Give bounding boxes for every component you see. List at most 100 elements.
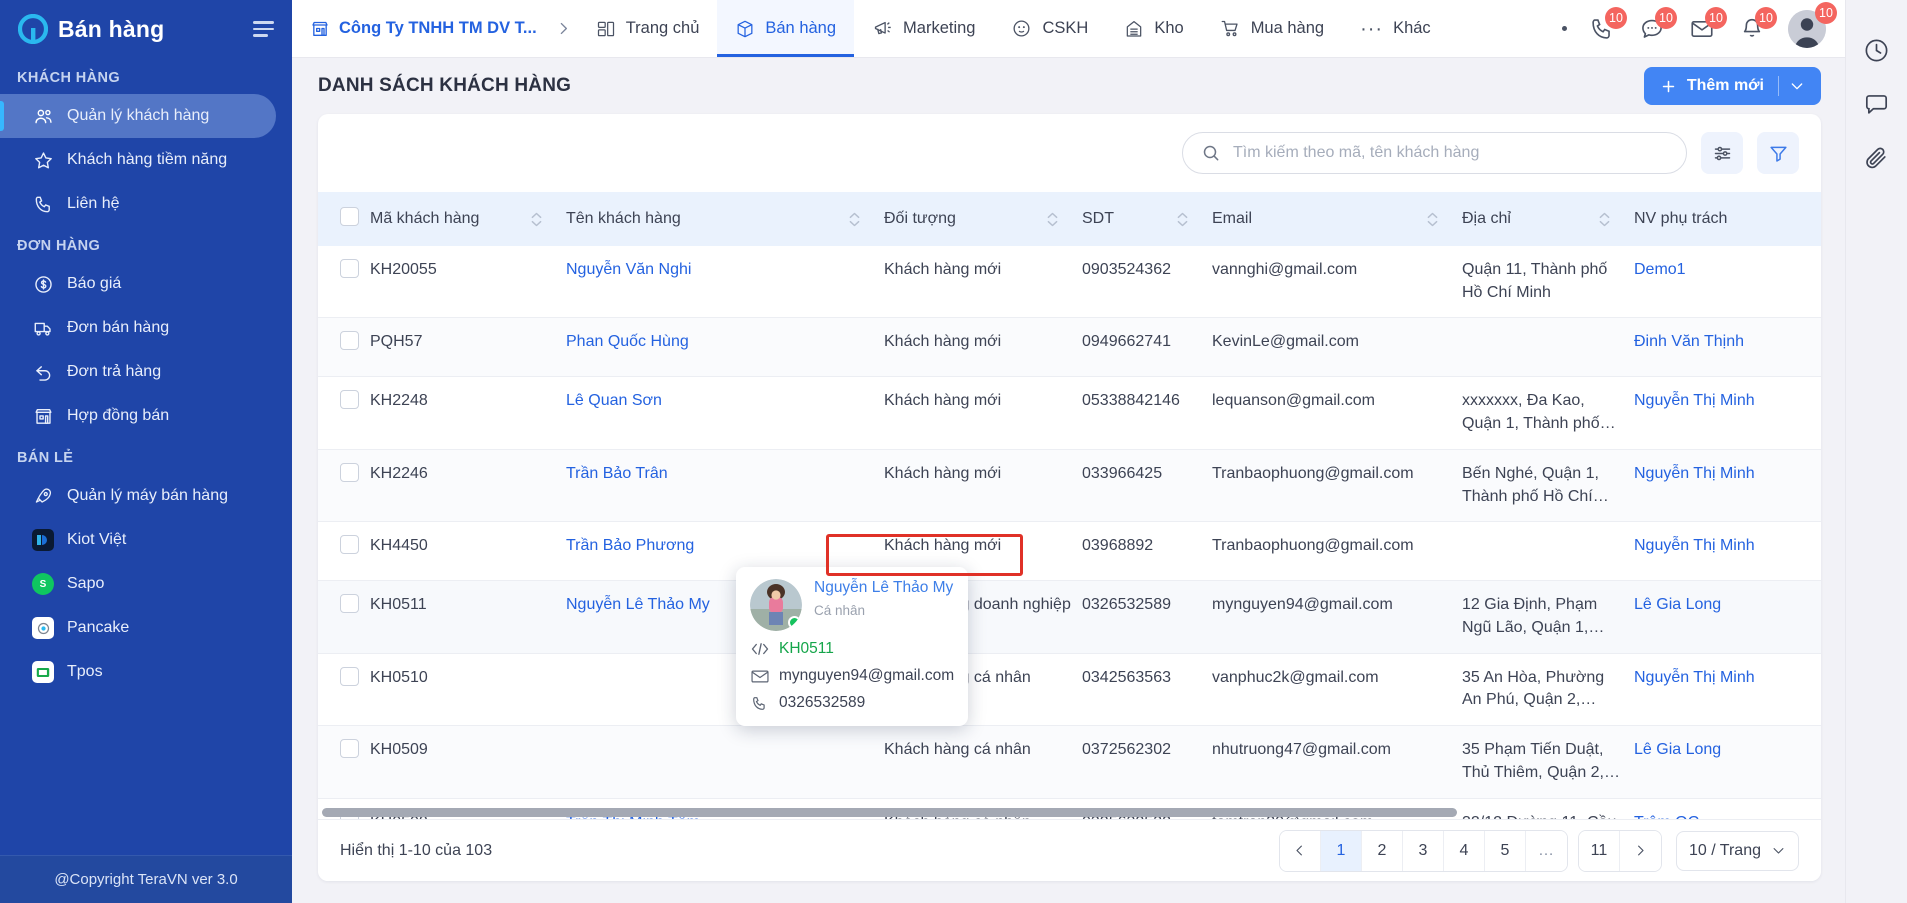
column-header-staff[interactable]: NV phụ trách [1634,192,1821,246]
sidebar-item-lien-he[interactable]: Liên hệ [0,182,292,226]
sort-updown-icon[interactable] [849,212,874,227]
sidebar-item-don-ban-hang[interactable]: Đơn bán hàng [0,306,292,350]
sidebar-item-hop-dong-ban[interactable]: Hợp đồng bán [0,394,292,438]
nav-tab-khac[interactable]: ··· Khác [1342,0,1449,57]
row-checkbox[interactable] [340,666,359,686]
pagination-next[interactable] [1619,830,1661,871]
filter-button[interactable] [1757,132,1799,174]
row-checkbox[interactable] [340,739,359,759]
row-checkbox[interactable] [340,594,359,614]
notification-badge: 10 [1655,6,1677,29]
cell-email: mynguyen94@gmail.com [1212,580,1462,654]
column-header-code[interactable]: Mã khách hàng [370,192,566,246]
column-header-phone[interactable]: SDT [1082,192,1212,246]
clock-history-icon[interactable] [1863,36,1891,64]
pagination-page-11[interactable]: 11 [1578,830,1620,871]
notification-chat[interactable]: 10 [1637,6,1677,44]
horizontal-scrollbar[interactable] [318,808,1821,817]
company-breadcrumb[interactable]: Công Ty TNHH TM DV T... [298,0,549,57]
pagination-page-2[interactable]: 2 [1361,830,1403,871]
cell-staff[interactable]: Đinh Văn Thịnh [1634,317,1821,378]
nav-tab-ban-hang[interactable]: Bán hàng [717,0,855,57]
add-new-button[interactable]: Thêm mới [1643,67,1821,105]
hover-card-name[interactable]: Nguyễn Lê Thảo My [814,579,953,598]
customer-hover-card[interactable]: Nguyễn Lê Thảo My Cá nhân KH0511 mynguye… [736,567,968,726]
cell-address: 35 An Hòa, Phường An Phú, Quận 2,… [1462,653,1634,727]
table-row[interactable]: KH2248 Lê Quan Sơn Khách hàng mới 053388… [318,376,1821,450]
notification-bell[interactable]: 10 [1737,6,1777,44]
sidebar-item-kiot-viet[interactable]: Kiot Việt [0,518,292,562]
table-header-row: Mã khách hàng Tên khách hàng Đối tượng S… [318,192,1821,246]
sidebar-item-pancake[interactable]: Pancake [0,606,292,650]
per-page-select[interactable]: 10 / Trang [1675,830,1799,871]
sidebar-item-quan-ly-khach-hang[interactable]: Quản lý khách hàng [0,94,276,138]
cell-name[interactable]: Nguyễn Văn Nghi [566,246,884,319]
nav-tab-mua-hang[interactable]: Mua hàng [1202,0,1342,57]
table-row[interactable]: KH4450 Trần Bảo Phương Khách hàng mới 03… [318,521,1821,582]
select-all-checkbox[interactable] [340,207,359,226]
add-new-label: Thêm mới [1686,77,1764,94]
sort-updown-icon[interactable] [1427,212,1452,227]
sort-updown-icon[interactable] [531,212,556,227]
chat-bubble-icon[interactable] [1863,90,1891,118]
pagination-page-4[interactable]: 4 [1443,830,1485,871]
cell-staff[interactable]: Nguyễn Thị Minh [1634,653,1821,727]
row-checkbox[interactable] [340,535,359,555]
cell-staff[interactable]: Demo1 [1634,246,1821,319]
sidebar-item-don-tra-hang[interactable]: Đơn trả hàng [0,350,292,394]
notification-phone-call[interactable]: 10 [1587,6,1627,44]
cell-staff[interactable]: Lê Gia Long [1634,580,1821,654]
cell-staff[interactable]: Lê Gia Long [1634,725,1821,799]
sidebar-item-quan-ly-may-ban-hang[interactable]: Quản lý máy bán hàng [0,474,292,518]
cell-name[interactable]: Lê Quan Sơn [566,376,884,450]
sidebar-item-bao-gia[interactable]: Báo giá [0,262,292,306]
row-checkbox[interactable] [340,462,359,482]
table-row[interactable]: KH0511 Nguyễn Lê Thảo My Khách hàng doan… [318,580,1821,654]
sidebar-item-sapo[interactable]: S Sapo [0,562,292,606]
notification-mail[interactable]: 10 [1687,6,1727,44]
pagination-prev[interactable] [1279,830,1321,871]
row-checkbox[interactable] [340,259,359,278]
pagination-page-3[interactable]: 3 [1402,830,1444,871]
row-checkbox[interactable] [340,390,359,410]
table-row[interactable]: KH0509 Khách hàng cá nhân 0372562302 nhu… [318,725,1821,799]
cell-name[interactable] [566,725,884,799]
pagination-page-5[interactable]: 5 [1484,830,1526,871]
cell-name[interactable]: Trần Bảo Trân [566,449,884,523]
cell-staff[interactable]: Nguyễn Thị Minh [1634,521,1821,582]
cell-staff[interactable]: Nguyễn Thị Minh [1634,449,1821,523]
column-header-name[interactable]: Tên khách hàng [566,192,884,246]
search-box[interactable] [1182,132,1687,174]
nav-tab-kho[interactable]: Kho [1106,0,1201,57]
customer-table-container[interactable]: Mã khách hàng Tên khách hàng Đối tượng S… [318,192,1821,819]
cell-name[interactable]: Phan Quốc Hùng [566,317,884,378]
nav-tab-trang-chu[interactable]: Trang chủ [578,0,718,57]
hamburger-menu-icon[interactable] [249,17,278,41]
chevron-down-icon[interactable] [1789,78,1805,94]
nav-tab-cskh[interactable]: CSKH [993,0,1106,57]
search-input[interactable] [1233,144,1668,162]
table-row[interactable]: KH0510 Khách hàng cá nhân 0342563563 van… [318,653,1821,727]
column-header-email[interactable]: Email [1212,192,1462,246]
table-row[interactable]: KH2246 Trần Bảo Trân Khách hàng mới 0339… [318,449,1821,523]
megaphone-icon [872,18,893,39]
nav-tab-marketing[interactable]: Marketing [854,0,993,57]
paperclip-attachment-icon[interactable] [1863,144,1891,172]
column-settings-button[interactable] [1701,132,1743,174]
notification-badge: 10 [1755,6,1777,29]
scrollbar-thumb[interactable] [322,808,1457,817]
sidebar-item-khach-hang-tiem-nang[interactable]: Khách hàng tiềm năng [0,138,292,182]
row-checkbox[interactable] [340,331,359,351]
column-header-address[interactable]: Địa chỉ [1462,192,1634,246]
sort-updown-icon[interactable] [1177,212,1202,227]
sort-updown-icon[interactable] [1047,212,1072,227]
user-avatar-menu[interactable]: 10 [1787,1,1837,49]
table-row[interactable]: KH20055 Nguyễn Văn Nghi Khách hàng mới 0… [318,246,1821,319]
table-row[interactable]: PQH57 Phan Quốc Hùng Khách hàng mới 0949… [318,317,1821,378]
cell-staff[interactable]: Nguyễn Thị Minh [1634,376,1821,450]
column-header-type[interactable]: Đối tượng [884,192,1082,246]
cell-code: KH2246 [370,449,566,523]
sort-updown-icon[interactable] [1599,212,1624,227]
sidebar-item-tpos[interactable]: Tpos [0,650,292,694]
pagination-page-1[interactable]: 1 [1320,830,1362,871]
